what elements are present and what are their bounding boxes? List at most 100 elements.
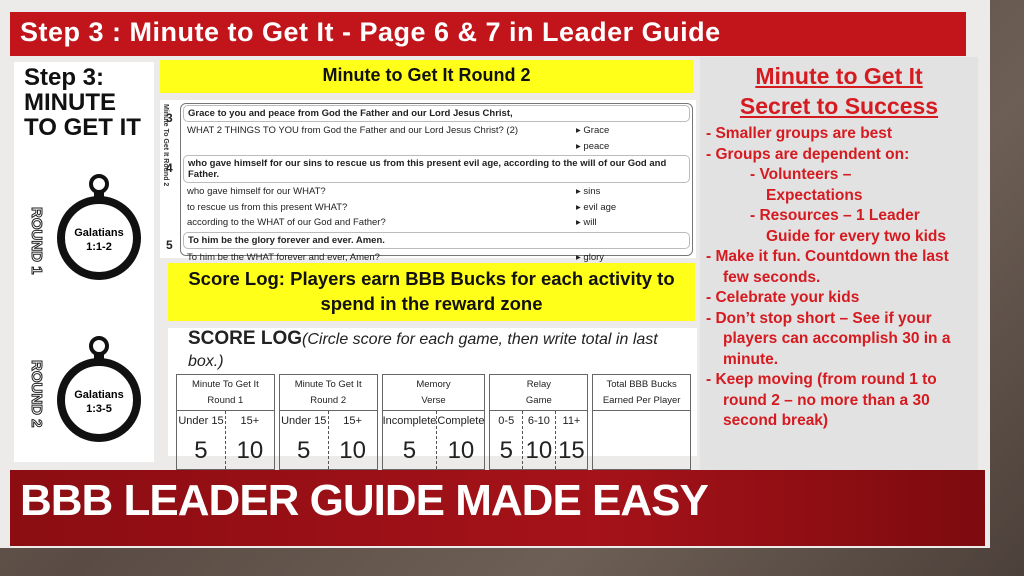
verse-number: 3 (166, 111, 173, 125)
option-score: 5 (194, 437, 208, 464)
verse-text: To him be the glory forever and ever. Am… (183, 231, 690, 249)
question: according to the WHAT of our God and Fat… (187, 217, 386, 229)
tip-item: Guide for every two kids (766, 227, 947, 245)
score-columns: Minute To Get It Round 1 Under 15 5 15+ 10 Min… (176, 374, 692, 470)
score-options: Incomplete 5 Complete 10 (383, 411, 484, 469)
score-column: Minute To Get It Round 1 Under 15 5 15+ 10 (176, 374, 275, 470)
option-score: 10 (525, 437, 553, 464)
column-label-1: Total BBB Bucks (606, 379, 677, 390)
slide: Step 3 : Minute to Get It - Page 6 & 7 i… (0, 0, 990, 548)
score-options: 0-5 5 6-10 10 11+ 15 (490, 411, 587, 469)
option-label: Complete (437, 415, 485, 427)
column-label: Minute To Get It Round 1 (177, 375, 274, 411)
answer-text: evil age (583, 201, 617, 213)
option-score: 10 (447, 437, 475, 464)
option-label: 11+ (562, 415, 581, 427)
question-row: according to the WHAT of our God and Fat… (183, 215, 690, 231)
round-2-label: ROUND 2 (28, 360, 46, 429)
verse-ref: 1:3-5 (86, 403, 112, 415)
answer-text: glory (583, 251, 605, 263)
slide-title: Step 3 : Minute to Get It - Page 6 & 7 i… (10, 12, 966, 56)
column-label: Memory Verse (382, 375, 485, 411)
option-label: 0-5 (498, 415, 515, 427)
option-score: 5 (402, 437, 417, 464)
tips-heading: Minute to Get It Secret to Success (700, 61, 978, 121)
option-label: 15+ (343, 415, 362, 427)
question: WHAT 2 THINGS TO YOU from God the Father… (187, 125, 519, 137)
tip-item: - Celebrate your kids (706, 289, 860, 306)
footer-banner: BBB LEADER GUIDE MADE EASY (10, 470, 985, 546)
answer: ▸ glory (576, 251, 605, 263)
tips-panel: Minute to Get It Secret to Success - Smal… (700, 57, 978, 471)
score-option[interactable]: Under 15 5 (280, 411, 329, 469)
score-column: Total BBB Bucks Earned Per Player (592, 374, 692, 470)
score-options: Under 15 5 15+ 10 (280, 411, 377, 469)
question: to rescue us from this present WHAT? (187, 201, 348, 213)
score-option[interactable]: Incomplete 5 (383, 411, 438, 469)
verse-text: who gave himself for our sins to rescue … (183, 155, 690, 183)
question-row: WHAT 2 THINGS TO YOU from God the Father… (183, 123, 690, 139)
tips-heading-2: Secret to Success (739, 93, 939, 119)
score-column: Minute To Get It Round 2 Under 15 5 15+ 10 (278, 374, 378, 470)
column-label-1: Memory (416, 379, 451, 390)
option-label: 15+ (240, 415, 260, 427)
option-label: 6-10 (527, 415, 550, 427)
option-label: Under 15 (178, 415, 224, 427)
question: To him be the WHAT forever and ever, Ame… (187, 251, 380, 263)
verse-block: To him be the glory forever and ever. Am… (166, 231, 690, 266)
answer-text: peace (583, 140, 610, 152)
verse-number: 5 (166, 237, 173, 252)
tips-list: - Smaller groups are best - Groups are de… (700, 121, 978, 432)
answer-text: will (583, 217, 597, 229)
score-option[interactable]: Complete 10 (437, 411, 484, 469)
answer: ▸ Grace (576, 125, 610, 137)
column-label: Total BBB Bucks Earned Per Player (593, 375, 691, 411)
answer-text: Grace (583, 125, 610, 137)
score-option[interactable]: 0-5 5 (490, 411, 524, 469)
option-label: Under 15 (281, 415, 327, 427)
score-log-title: SCORE LOG(Circle score for each game, th… (168, 328, 697, 372)
tip-item: - Don’t stop short – See if your players… (706, 309, 951, 368)
verse-ref: 1:1-2 (86, 241, 112, 253)
score-option[interactable]: Under 15 5 (177, 411, 226, 469)
answer: ▸ peace (576, 140, 610, 152)
question: who gave himself for our WHAT? (187, 186, 326, 198)
score-log: SCORE LOG(Circle score for each game, th… (168, 328, 697, 470)
column-label: Relay Game (490, 375, 588, 411)
score-option[interactable]: 15+ 10 (226, 411, 274, 469)
tip-item: - Groups are dependent on: (706, 145, 910, 163)
column-label: Minute To Get It Round 2 (279, 375, 377, 411)
score-option[interactable]: 15+ 10 (329, 411, 377, 469)
graphic-heading: Step 3: MINUTE TO GET IT (14, 62, 154, 143)
option-score: 5 (297, 437, 311, 464)
question-row: to rescue us from this present WHAT? ▸ ev… (183, 200, 690, 216)
tip-item: - Volunteers – (750, 166, 852, 183)
score-option[interactable]: 11+ 15 (556, 411, 588, 469)
tip-item: Expectations (766, 186, 863, 204)
heading-line: MINUTE (24, 89, 116, 116)
tips-heading-1: Minute to Get It (755, 63, 923, 89)
round2-label: Minute to Get It Round 2 (160, 60, 693, 93)
tip-item: - Smaller groups are best (706, 125, 893, 142)
verse-block: Grace to you and peace from God the Fath… (166, 105, 690, 154)
score-title: SCORE LOG (188, 328, 303, 349)
stopwatch-icon: Galatians 1:3-5 (57, 336, 141, 442)
column-label-1: Relay (526, 379, 551, 390)
question-row: who gave himself for our WHAT? ▸ sins (183, 184, 690, 200)
verse-number: 4 (166, 161, 173, 175)
answer: ▸ evil age (576, 201, 617, 213)
column-label-2: Round 2 (310, 395, 347, 406)
score-column: Relay Game 0-5 5 6-10 10 11+ 15 (489, 374, 589, 470)
score-options: Under 15 5 15+ 10 (177, 411, 274, 469)
step3-graphic: Step 3: MINUTE TO GET IT ROUND 1 Galatia… (14, 62, 154, 462)
option-label: Incomplete (382, 415, 437, 427)
heading-line: Step 3: (24, 64, 105, 91)
score-caption: Score Log: Players earn BBB Bucks for ea… (168, 263, 695, 321)
round-1-label: ROUND 1 (28, 207, 46, 276)
column-label-2: Game (525, 395, 552, 406)
option-score: 15 (558, 437, 585, 464)
stopwatch-icon: Galatians 1:1-2 (57, 174, 141, 280)
score-option[interactable]: 6-10 10 (523, 411, 556, 469)
verse-ref: Galatians (74, 227, 124, 239)
verse-box: Grace to you and peace from God the Fath… (166, 103, 693, 263)
